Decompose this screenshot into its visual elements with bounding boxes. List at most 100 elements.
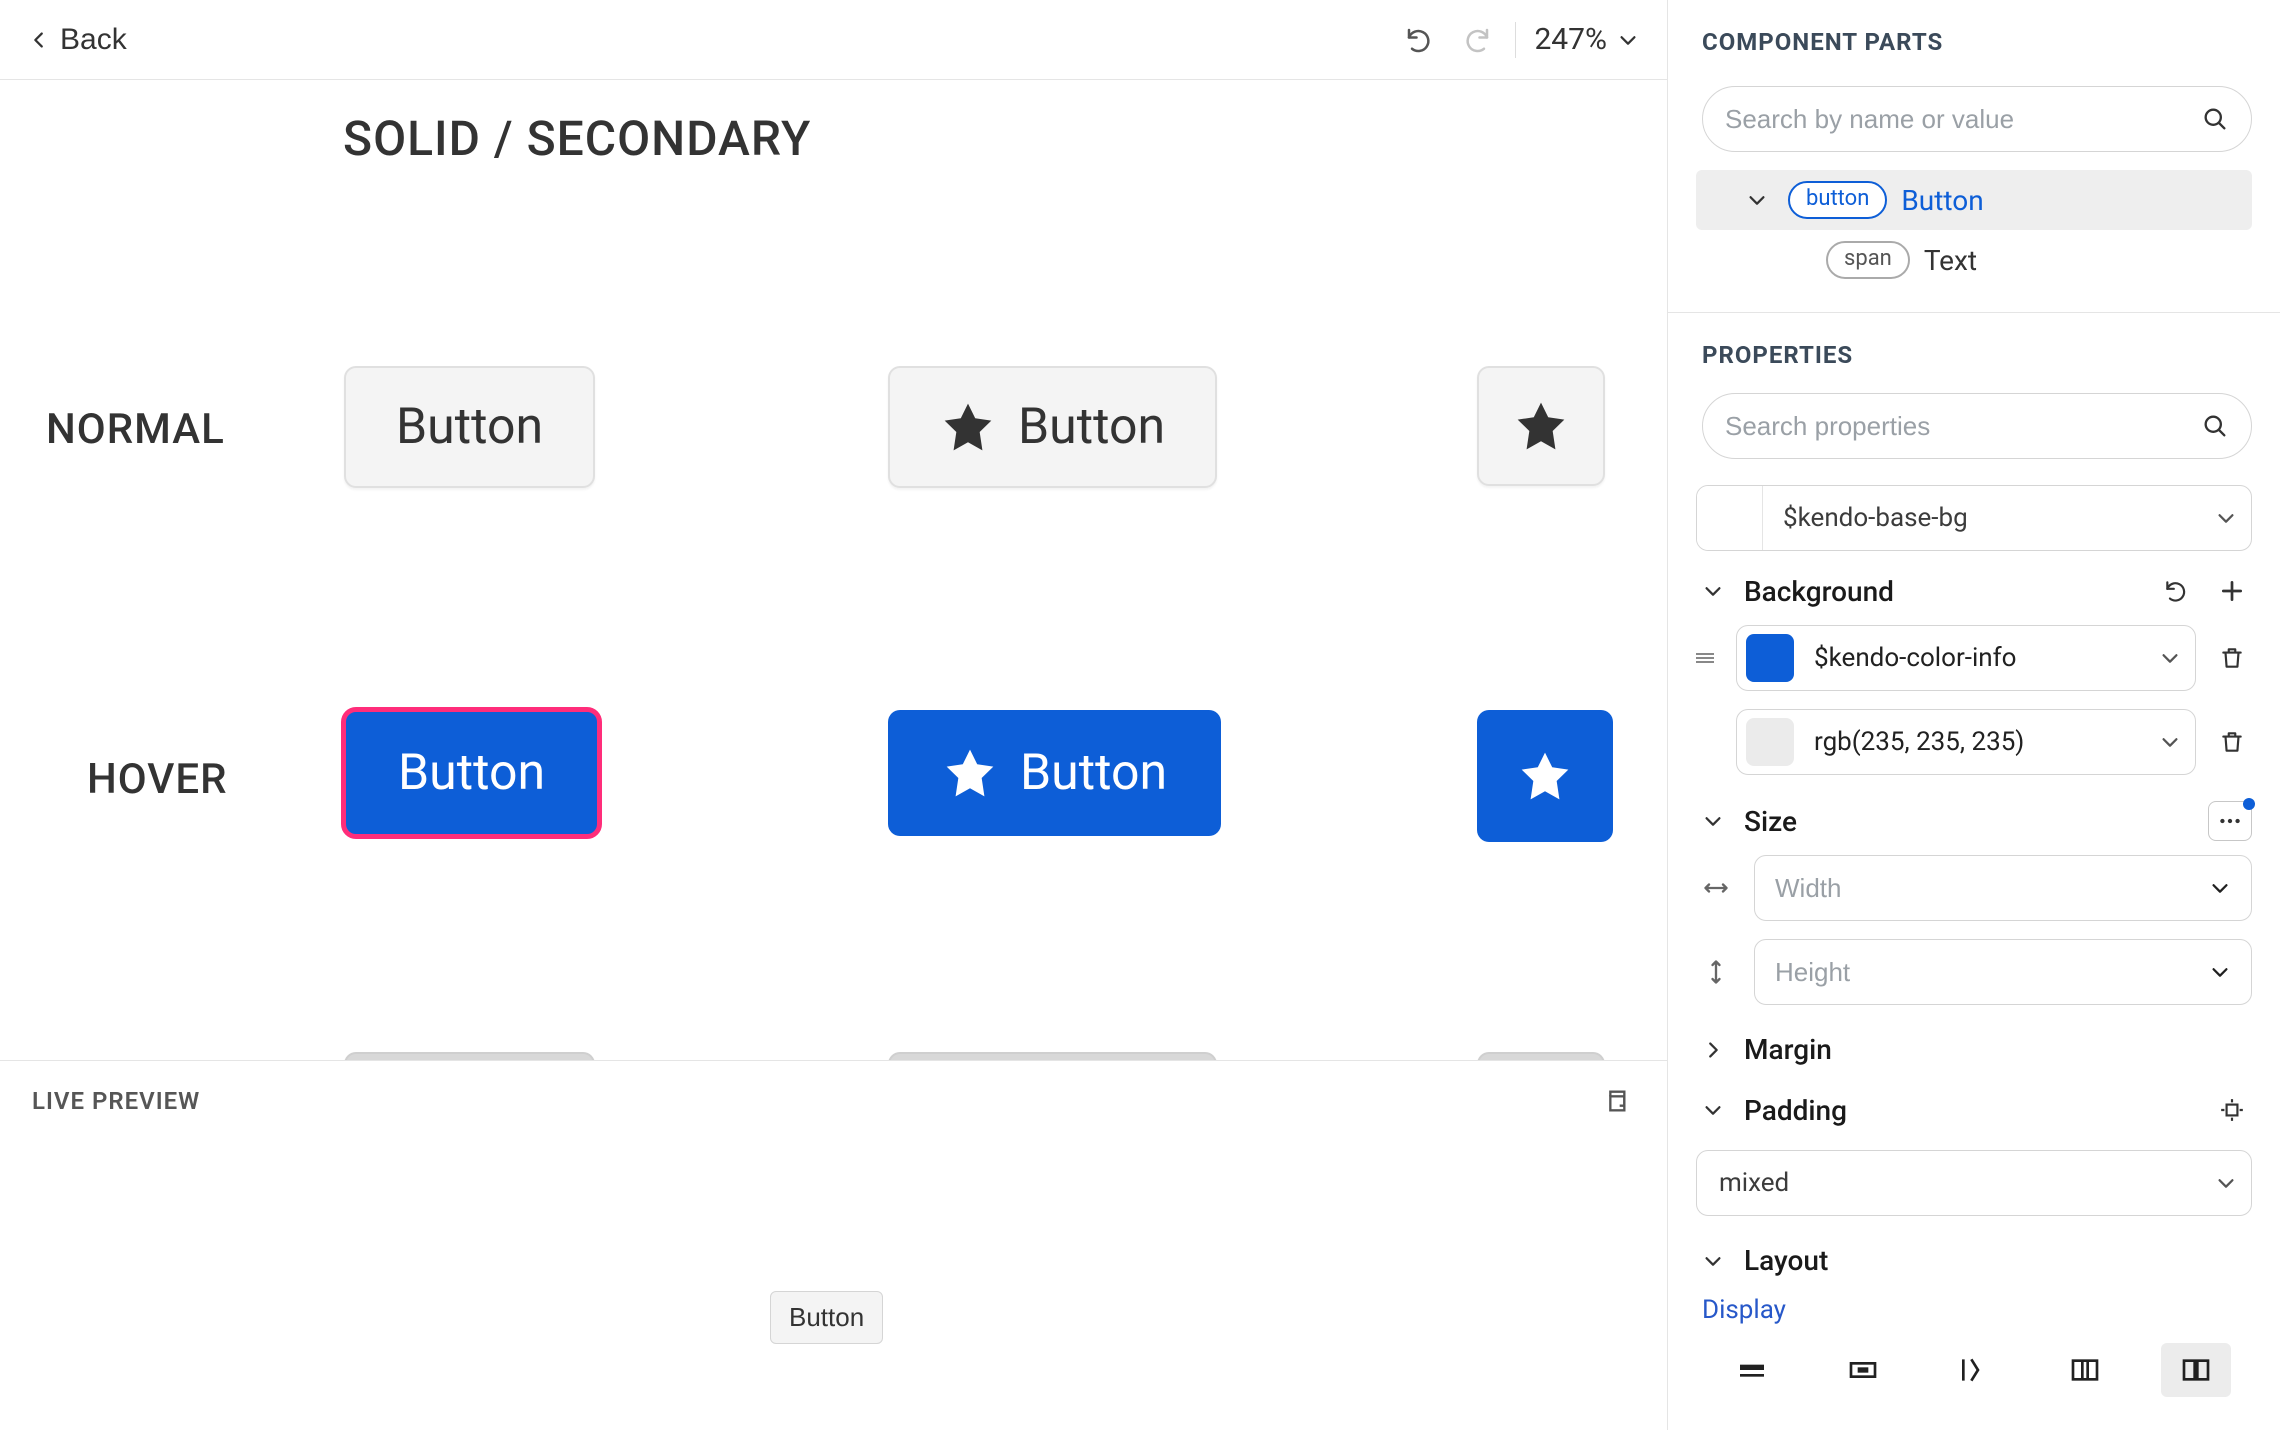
height-row [1668,937,2280,1007]
design-canvas[interactable]: SOLID / SECONDARY NORMAL Button Button H… [0,80,1667,1060]
reset-button[interactable] [2156,571,2196,611]
tree-node-button[interactable]: button Button [1696,170,2252,230]
delete-layer-button[interactable] [2212,722,2252,762]
background-layer-info[interactable]: $kendo-color-info [1668,623,2280,693]
display-option-flex[interactable] [2050,1343,2120,1397]
back-label: Back [60,23,127,57]
toolbar-separator [1515,22,1516,58]
properties-title: PROPERTIES [1668,313,2280,393]
more-dots-icon [2217,808,2243,834]
demo-button-active-icon-text[interactable]: Button [888,1052,1217,1060]
chevron-right-icon [1702,1039,1724,1061]
arrow-vertical-icon [1702,958,1730,986]
section-label: Padding [1744,1094,2196,1127]
button-label: Button [1018,398,1165,456]
chevron-down-icon[interactable] [2201,507,2251,529]
parts-search[interactable] [1702,86,2252,152]
delete-layer-button[interactable] [2212,638,2252,678]
height-input[interactable] [1754,939,2252,1005]
color-swatch-icon[interactable] [1746,718,1794,766]
back-button[interactable]: Back [28,23,127,57]
demo-button-normal-icon[interactable] [1477,366,1605,486]
expand-box-icon [2219,1097,2245,1123]
component-tree: button Button span Text [1668,170,2280,300]
zoom-dropdown[interactable]: 247% [1534,22,1639,57]
padding-expand-button[interactable] [2212,1090,2252,1130]
search-icon [2201,412,2229,440]
background-section-header[interactable]: Background [1668,559,2280,623]
width-row [1668,853,2280,923]
button-label: Button [398,744,545,802]
display-option-inline[interactable] [1939,1343,2009,1397]
size-more-button[interactable] [2208,801,2252,841]
chevron-down-icon [1617,29,1639,51]
chevron-down-icon [1746,189,1768,211]
color-swatch-icon[interactable] [1746,634,1794,682]
state-label-normal: NORMAL [46,405,225,454]
search-icon [2201,105,2229,133]
trash-icon [2219,645,2245,671]
demo-button-active-text[interactable]: Button [344,1052,595,1060]
redo-icon [1462,25,1492,55]
display-label: Display [1668,1289,2280,1339]
chevron-down-icon[interactable] [2209,961,2231,983]
state-label-hover: HOVER [87,755,228,804]
add-background-button[interactable] [2212,571,2252,611]
plus-icon [2219,578,2245,604]
redo-button[interactable] [1457,20,1497,60]
arrow-horizontal-icon [1702,874,1730,902]
width-field[interactable] [1775,873,2209,904]
demo-button-active-icon[interactable] [1477,1052,1605,1060]
star-icon [1513,398,1569,454]
padding-value-input[interactable]: mixed [1696,1150,2252,1216]
display-option-block[interactable] [1717,1343,1787,1397]
inspector-sidebar: COMPONENT PARTS button Button span Text … [1668,0,2280,1430]
restore-window-button[interactable] [1595,1081,1635,1121]
parts-search-input[interactable] [1725,104,2201,135]
display-inline-block-icon [1847,1354,1879,1386]
restore-icon [1601,1087,1629,1115]
undo-button[interactable] [1399,20,1439,60]
chevron-down-icon [1702,1099,1724,1121]
chevron-down-icon[interactable] [2201,1172,2251,1194]
width-input[interactable] [1754,855,2252,921]
display-option-inline-flex[interactable] [2161,1343,2231,1397]
tree-node-span[interactable]: span Text [1696,230,2252,290]
star-icon [1517,748,1573,804]
top-toolbar: Back 247% [0,0,1667,80]
demo-button-normal-icon-text[interactable]: Button [888,366,1217,488]
display-inline-flex-icon [2180,1354,2212,1386]
zoom-value: 247% [1534,22,1607,57]
chevron-down-icon [1702,810,1724,832]
display-option-inline-block[interactable] [1828,1343,1898,1397]
chevron-down-icon[interactable] [2145,731,2195,753]
demo-button-hover-text-selected[interactable]: Button [344,710,599,836]
twisty-icon[interactable] [1746,189,1774,211]
demo-button-normal-text[interactable]: Button [344,366,595,488]
demo-button-hover-icon-text[interactable]: Button [888,710,1221,836]
chevron-down-icon[interactable] [2145,647,2195,669]
properties-search[interactable] [1702,393,2252,459]
demo-button-hover-icon[interactable] [1477,710,1613,842]
preview-button[interactable]: Button [770,1291,883,1344]
live-preview-title: LIVE PREVIEW [32,1087,200,1115]
star-icon [940,399,996,455]
properties-search-input[interactable] [1725,411,2201,442]
margin-section-header[interactable]: Margin [1668,1021,2280,1078]
size-section-header[interactable]: Size [1668,789,2280,853]
drag-handle-icon[interactable] [1690,646,1720,670]
undo-icon [2163,578,2189,604]
button-label: Button [396,398,543,456]
padding-section-header[interactable]: Padding [1668,1078,2280,1142]
height-field[interactable] [1775,957,2209,988]
base-bg-property[interactable]: $kendo-base-bg [1696,485,2252,551]
trash-icon [2219,729,2245,755]
chevron-down-icon [1702,1250,1724,1272]
property-value: $kendo-base-bg [1763,503,2201,533]
button-label: Button [1020,744,1167,802]
layout-section-header[interactable]: Layout [1668,1232,2280,1289]
background-layer-rgb[interactable]: rgb(235, 235, 235) [1668,707,2280,777]
background-value: $kendo-color-info [1794,643,2145,673]
undo-icon [1404,25,1434,55]
chevron-down-icon[interactable] [2209,877,2231,899]
